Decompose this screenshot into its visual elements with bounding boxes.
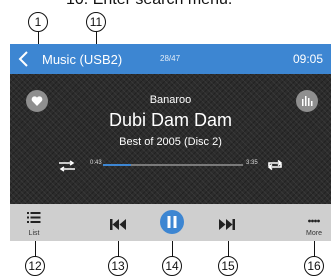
callout-13: 13 [108,256,128,276]
shuffle-icon[interactable] [58,159,76,177]
track-count: 28/47 [160,54,181,63]
callout-13-leader [117,241,119,257]
previous-icon[interactable] [110,217,126,235]
list-icon [27,212,41,223]
progress-fill [103,164,131,166]
top-bar: Music (USB2) 28/47 09:05 [10,44,331,74]
callout-16: 16 [304,256,324,276]
progress-bar[interactable] [103,164,243,166]
callout-1: 1 [28,12,48,32]
elapsed-time: 0:43 [90,160,102,166]
play-pause-button[interactable] [160,210,184,234]
clock: 09:05 [292,52,323,66]
now-playing-panel: Banaroo Dubi Dam Dam Best of 2005 (Disc … [10,74,331,204]
next-icon[interactable] [219,217,235,235]
callout-11: 11 [86,12,106,32]
total-duration: 3:35 [246,160,258,166]
more-label: More [306,230,322,237]
song-title: Dubi Dam Dam [108,110,233,130]
callout-15-leader [227,241,229,257]
manual-caption: 10. Enter search menu. [66,0,232,9]
back-icon[interactable] [16,50,32,68]
callout-14-leader [171,241,173,257]
callout-16-leader [313,241,315,257]
list-label: List [28,230,40,237]
repeat-icon[interactable] [266,158,284,177]
source-title: Music (USB2) [42,52,123,67]
callout-12-leader [34,241,36,257]
music-player-screen: Music (USB2) 28/47 09:05 Banaroo Dubi Da… [10,44,331,241]
manual-figure: 10. Enter search menu. 1 11 Music (USB2)… [0,0,336,278]
callout-14: 14 [162,256,182,276]
callout-15: 15 [218,256,238,276]
artist-name: Banaroo [149,94,192,106]
pause-icon [167,216,177,228]
bottom-control-bar: List More [10,204,331,241]
more-icon [308,219,320,223]
callout-12: 12 [25,256,45,276]
album-name: Best of 2005 (Disc 2) [119,136,222,148]
list-button[interactable]: List [24,210,44,237]
more-button[interactable]: More [301,210,327,237]
